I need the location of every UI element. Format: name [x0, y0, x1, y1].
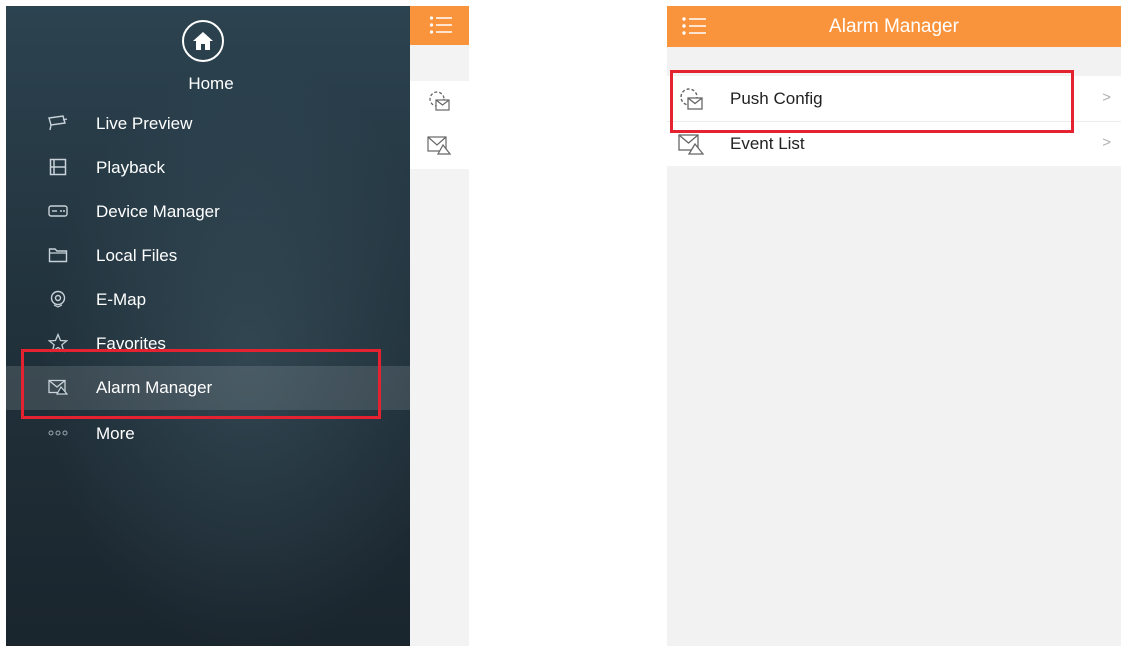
chevron-right-icon: > [1102, 134, 1111, 151]
film-icon [46, 155, 70, 179]
page-title: Alarm Manager [829, 16, 959, 37]
drawer-item-device-manager[interactable]: Device Manager [6, 190, 410, 234]
home-label: Home [188, 74, 234, 93]
camera-icon [46, 111, 70, 135]
map-pin-icon [46, 287, 70, 311]
more-dots-icon [46, 421, 70, 445]
strip-topbar [410, 6, 469, 45]
drawer-item-live-preview[interactable]: Live Preview [6, 102, 410, 146]
drawer-item-playback[interactable]: Playback [6, 146, 410, 190]
drawer-item-label: Device Manager [96, 202, 220, 221]
alarm-envelope-icon [677, 131, 705, 157]
home-button[interactable] [182, 20, 224, 62]
underlying-page-strip [410, 6, 469, 646]
drawer-item-label: Live Preview [96, 114, 193, 133]
top-bar: Alarm Manager [667, 6, 1121, 47]
drawer-item-label: E-Map [96, 290, 147, 309]
list-item-label: Event List [730, 134, 805, 153]
highlight-box-alarm-manager [21, 349, 381, 419]
gear-envelope-icon[interactable] [426, 88, 452, 114]
device-icon [46, 199, 70, 223]
chevron-right-icon: > [1102, 89, 1111, 106]
navigation-drawer: Home Live Preview Playback Device Manage… [6, 6, 410, 646]
list-menu-icon [429, 16, 452, 34]
drawer-item-e-map[interactable]: E-Map [6, 278, 410, 322]
drawer-item-label: Local Files [96, 246, 178, 265]
drawer-item-label: Playback [96, 158, 165, 177]
highlight-box-push-config [670, 70, 1074, 133]
alarm-envelope-icon[interactable] [426, 132, 452, 158]
drawer-item-local-files[interactable]: Local Files [6, 234, 410, 278]
home-icon [193, 32, 213, 50]
drawer-item-label: More [96, 424, 135, 443]
strip-list [410, 81, 469, 169]
folder-icon [46, 243, 70, 267]
